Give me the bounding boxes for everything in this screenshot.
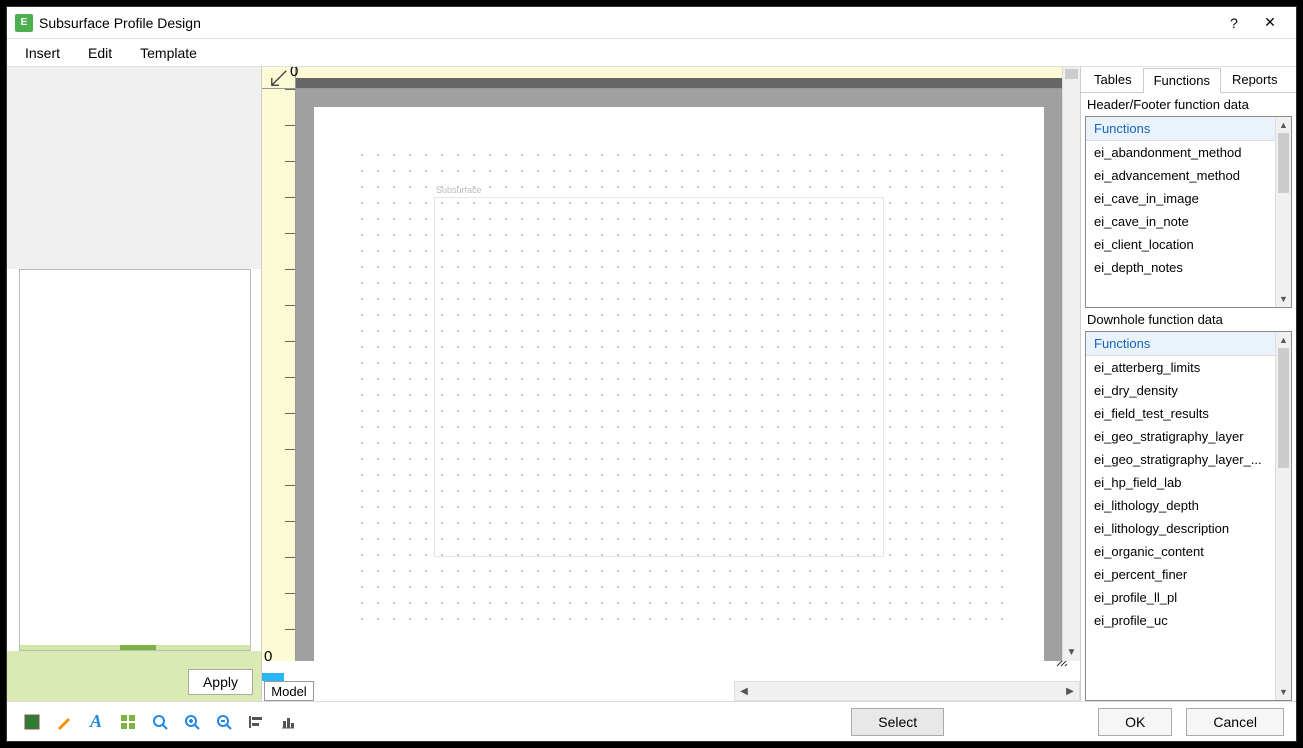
tool-align-icon[interactable]: [243, 709, 269, 735]
help-button[interactable]: ?: [1216, 9, 1252, 37]
list-item[interactable]: ei_field_test_results: [1086, 402, 1275, 425]
scroll-down-icon[interactable]: ▼: [1063, 643, 1080, 661]
ruler-v-origin: 0: [264, 648, 272, 665]
tool-zoom-in-icon[interactable]: [179, 709, 205, 735]
view-tab-model[interactable]: Model: [264, 681, 314, 701]
page[interactable]: Subsurface: [314, 107, 1044, 661]
vertical-scrollbar[interactable]: ▲ ▼: [1062, 67, 1080, 661]
app-icon: E: [15, 14, 33, 32]
scroll-right-icon[interactable]: ▶: [1061, 682, 1079, 700]
main-row: Apply 0 0 Subsurface: [7, 67, 1296, 701]
list-item[interactable]: ei_cave_in_note: [1086, 210, 1275, 233]
bottom-view-row: Model ◀ ▶: [262, 681, 1080, 701]
scroll-up-icon[interactable]: ▲: [1276, 332, 1291, 348]
tool-grid-icon[interactable]: [115, 709, 141, 735]
tool-zoom-fit-icon[interactable]: [147, 709, 173, 735]
menu-edit[interactable]: Edit: [88, 45, 112, 61]
tab-functions[interactable]: Functions: [1143, 68, 1221, 93]
menu-bar: Insert Edit Template: [7, 39, 1296, 67]
design-stage[interactable]: Subsurface: [296, 89, 1062, 661]
tab-reports[interactable]: Reports: [1221, 67, 1289, 92]
ruler-vertical[interactable]: 0: [262, 89, 296, 661]
header-footer-label: Header/Footer function data: [1081, 93, 1296, 116]
left-column: Apply: [7, 67, 262, 701]
list-header[interactable]: Functions: [1086, 332, 1275, 356]
scroll-down-icon[interactable]: ▼: [1276, 684, 1291, 700]
downhole-label: Downhole function data: [1081, 308, 1296, 331]
ruler-h-origin: 0: [290, 67, 298, 80]
apply-row: Apply: [7, 651, 261, 701]
vscroll-thumb[interactable]: [1065, 69, 1078, 79]
list-item[interactable]: ei_cave_in_image: [1086, 187, 1275, 210]
close-button[interactable]: ✕: [1252, 9, 1288, 37]
bottom-bar: A Select OK Cancel: [7, 701, 1296, 741]
window-title: Subsurface Profile Design: [39, 15, 1216, 31]
canvas-area: 0 0 Subsurface: [262, 67, 1080, 681]
list-item[interactable]: ei_organic_content: [1086, 540, 1275, 563]
menu-template[interactable]: Template: [140, 45, 197, 61]
preview-progress: [20, 645, 250, 650]
list-item[interactable]: ei_abandonment_method: [1086, 141, 1275, 164]
tool-zoom-out-icon[interactable]: [211, 709, 237, 735]
center-column: 0 0 Subsurface: [262, 67, 1081, 701]
preview-panel[interactable]: [19, 269, 251, 651]
list-item[interactable]: ei_client_location: [1086, 233, 1275, 256]
region-label: Subsurface: [436, 185, 482, 195]
horizontal-scrollbar[interactable]: ◀ ▶: [734, 681, 1080, 701]
list-item[interactable]: ei_profile_uc: [1086, 609, 1275, 632]
right-tabs: Tables Functions Reports: [1081, 67, 1296, 93]
list-item[interactable]: ei_hp_field_lab: [1086, 471, 1275, 494]
title-bar: E Subsurface Profile Design ? ✕: [7, 7, 1296, 39]
right-column: Tables Functions Reports Header/Footer f…: [1081, 67, 1296, 701]
list-item[interactable]: ei_lithology_description: [1086, 517, 1275, 540]
ruler-horizontal[interactable]: 0: [296, 67, 1062, 89]
scroll-down-icon[interactable]: ▼: [1276, 291, 1291, 307]
list-scrollbar[interactable]: ▲ ▼: [1275, 117, 1291, 307]
subsurface-region[interactable]: [434, 197, 884, 557]
cancel-button[interactable]: Cancel: [1186, 708, 1284, 736]
ok-button[interactable]: OK: [1098, 708, 1172, 736]
downhole-list[interactable]: Functions ei_atterberg_limits ei_dry_den…: [1085, 331, 1292, 701]
menu-insert[interactable]: Insert: [25, 45, 60, 61]
list-item[interactable]: ei_advancement_method: [1086, 164, 1275, 187]
dialog-window: E Subsurface Profile Design ? ✕ Insert E…: [6, 6, 1297, 742]
tool-select-icon[interactable]: [19, 709, 45, 735]
list-header[interactable]: Functions: [1086, 117, 1275, 141]
list-item[interactable]: ei_profile_ll_pl: [1086, 586, 1275, 609]
list-item[interactable]: ei_lithology_depth: [1086, 494, 1275, 517]
apply-button[interactable]: Apply: [188, 669, 253, 695]
list-item[interactable]: ei_geo_stratigraphy_layer: [1086, 425, 1275, 448]
header-footer-list[interactable]: Functions ei_abandonment_method ei_advan…: [1085, 116, 1292, 308]
page-marker-left: [262, 673, 284, 681]
list-scrollbar[interactable]: ▲ ▼: [1275, 332, 1291, 700]
scroll-thumb[interactable]: [1278, 133, 1289, 193]
tool-text-icon[interactable]: A: [83, 709, 109, 735]
list-item[interactable]: ei_depth_notes: [1086, 256, 1275, 279]
left-top-panel: [7, 67, 261, 269]
tool-chart-icon[interactable]: [275, 709, 301, 735]
scroll-up-icon[interactable]: ▲: [1276, 117, 1291, 133]
list-item[interactable]: ei_dry_density: [1086, 379, 1275, 402]
list-item[interactable]: ei_atterberg_limits: [1086, 356, 1275, 379]
tab-tables[interactable]: Tables: [1083, 67, 1143, 92]
list-item[interactable]: ei_percent_finer: [1086, 563, 1275, 586]
tool-pencil-icon[interactable]: [51, 709, 77, 735]
list-item[interactable]: ei_geo_stratigraphy_layer_...: [1086, 448, 1275, 471]
scroll-left-icon[interactable]: ◀: [735, 682, 753, 700]
scroll-thumb[interactable]: [1278, 348, 1289, 468]
select-button[interactable]: Select: [851, 708, 944, 736]
